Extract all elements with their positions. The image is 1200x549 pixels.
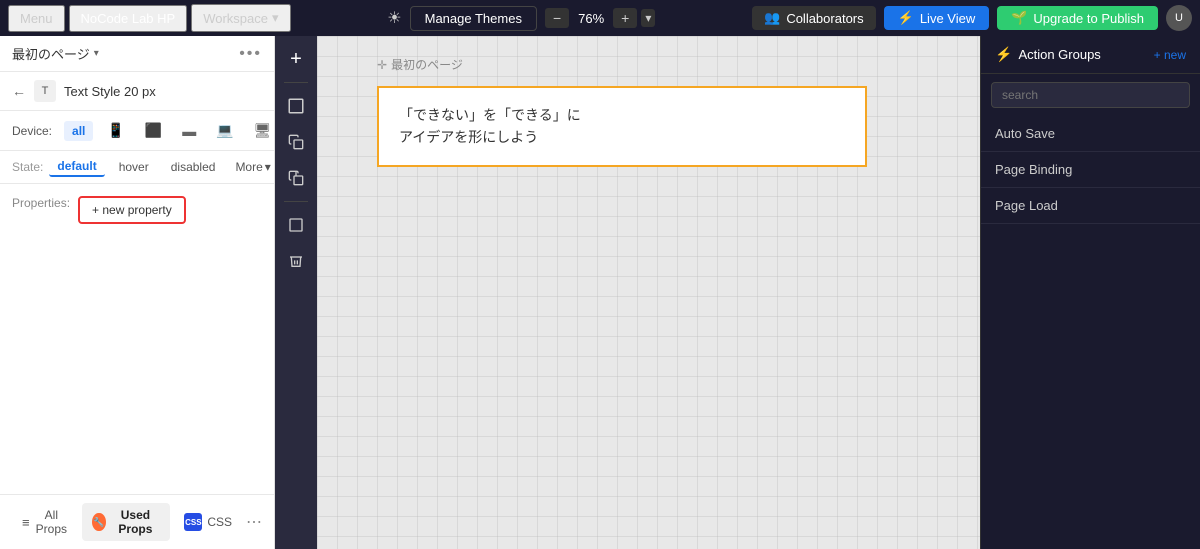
add-element-button[interactable]: + [279, 42, 313, 76]
device-desktop-button[interactable]: 🖥 [248, 119, 278, 142]
right-panel-search-input[interactable] [991, 82, 1190, 108]
collaborators-icon: 👥 [764, 10, 780, 26]
right-panel-title: Action Groups [1018, 47, 1100, 62]
move-icon: ✛ [377, 58, 387, 72]
brand-button[interactable]: NoCode Lab HP [69, 5, 188, 32]
menu-button[interactable]: Menu [8, 5, 65, 32]
zoom-dropdown-button[interactable]: ▾ [641, 9, 655, 27]
toolbar-separator-1 [284, 82, 308, 83]
top-nav-right: 👥 Collaborators ⚡ Live View 🌱 Upgrade to… [752, 5, 1192, 31]
paste-button[interactable] [279, 208, 313, 242]
device-label: Device: [12, 124, 52, 138]
state-label: State: [12, 160, 43, 174]
left-panel: 最初のページ ▾ ••• ← T Text Style 20 px Device… [0, 36, 275, 549]
device-tablet-sm-button[interactable]: ⬛ [139, 119, 168, 142]
right-panel-new-button[interactable]: + new [1154, 48, 1186, 62]
layers-button[interactable] [279, 89, 313, 123]
properties-label: Properties: [12, 196, 70, 210]
zoom-in-button[interactable]: + [613, 8, 637, 28]
leaf-icon: 🌱 [1011, 10, 1027, 26]
left-panel-footer: ≡ All Props 🔧 Used Props CSS CSS ⋯ [0, 494, 274, 549]
properties-area: Properties: + new property [0, 184, 274, 494]
device-tablet-button[interactable]: ▬ [176, 120, 202, 142]
new-property-button[interactable]: + new property [78, 196, 186, 224]
used-props-icon: 🔧 [92, 513, 105, 531]
text-content: 「できない」を「できる」に アイデアを形にしよう [399, 104, 845, 149]
all-props-icon: ≡ [22, 515, 30, 530]
copy-button[interactable] [279, 125, 313, 159]
right-panel-title-row: ⚡ Action Groups [995, 46, 1101, 63]
element-icon: T [34, 80, 56, 102]
used-props-tab[interactable]: 🔧 Used Props [82, 503, 170, 541]
state-disabled-button[interactable]: disabled [163, 158, 224, 176]
canvas-inner: ✛ 最初のページ 「できない」を「できる」に アイデアを形にしよう [317, 36, 980, 76]
right-panel-header: ⚡ Action Groups + new [981, 36, 1200, 74]
element-header: ← T Text Style 20 px [0, 72, 274, 111]
top-nav: Menu NoCode Lab HP Workspace ▾ ☀ Manage … [0, 0, 1200, 36]
state-default-button[interactable]: default [49, 157, 104, 177]
main-layout: 最初のページ ▾ ••• ← T Text Style 20 px Device… [0, 36, 1200, 549]
live-view-button[interactable]: ⚡ Live View [884, 6, 990, 30]
right-panel: ⚡ Action Groups + new Auto Save Page Bin… [980, 36, 1200, 549]
all-props-tab[interactable]: ≡ All Props [12, 503, 78, 541]
device-mobile-button[interactable]: 📱 [101, 119, 130, 142]
state-hover-button[interactable]: hover [111, 158, 157, 176]
action-groups-icon: ⚡ [995, 46, 1012, 63]
delete-button[interactable] [279, 244, 313, 278]
collaborators-button[interactable]: 👥 Collaborators [752, 6, 876, 30]
upgrade-button[interactable]: 🌱 Upgrade to Publish [997, 6, 1158, 30]
state-more-button[interactable]: More ▾ [229, 158, 276, 176]
page-title-row: 最初のページ ▾ [12, 44, 99, 63]
lightning-icon: ⚡ [898, 10, 914, 26]
device-all-button[interactable]: all [64, 121, 93, 141]
text-element[interactable]: 「できない」を「できる」に アイデアを形にしよう [377, 86, 867, 167]
footer-more-button[interactable]: ⋯ [246, 512, 262, 532]
page-dropdown-icon[interactable]: ▾ [94, 48, 99, 59]
workspace-button[interactable]: Workspace ▾ [191, 4, 290, 32]
canvas-toolbar: + [275, 36, 317, 549]
css-icon: CSS [184, 513, 202, 531]
device-laptop-button[interactable]: 💻 [210, 119, 239, 142]
page-header: 最初のページ ▾ ••• [0, 36, 274, 72]
chevron-down-icon: ▾ [272, 10, 279, 26]
canvas-area[interactable]: ✛ 最初のページ 「できない」を「できる」に アイデアを形にしよう [317, 36, 980, 549]
avatar[interactable]: U [1166, 5, 1192, 31]
page-title: 最初のページ [12, 44, 90, 63]
device-row: Device: all 📱 ⬛ ▬ 💻 🖥 [0, 111, 274, 151]
back-button[interactable]: ← [12, 83, 26, 99]
canvas-page-label: ✛ 最初のページ [377, 56, 463, 73]
element-title: Text Style 20 px [64, 84, 156, 99]
right-panel-item-pageload[interactable]: Page Load [981, 188, 1200, 224]
state-row: State: default hover disabled More ▾ [0, 151, 274, 184]
css-tab[interactable]: CSS CSS [174, 508, 242, 536]
more-menu-button[interactable]: ••• [239, 45, 262, 63]
right-panel-search [991, 82, 1190, 108]
top-nav-center: ☀ Manage Themes − 76% + ▾ [295, 6, 749, 31]
right-panel-item-autosave[interactable]: Auto Save [981, 116, 1200, 152]
right-panel-item-pagebinding[interactable]: Page Binding [981, 152, 1200, 188]
zoom-controls: − 76% + ▾ [545, 8, 655, 28]
toolbar-separator-2 [284, 201, 308, 202]
zoom-value: 76% [573, 11, 609, 26]
zoom-out-button[interactable]: − [545, 8, 569, 28]
right-panel-items: Auto Save Page Binding Page Load [981, 116, 1200, 224]
component-button[interactable] [279, 161, 313, 195]
sun-icon[interactable]: ☀ [387, 8, 401, 28]
chevron-down-icon: ▾ [265, 160, 271, 174]
manage-themes-button[interactable]: Manage Themes [410, 6, 537, 31]
